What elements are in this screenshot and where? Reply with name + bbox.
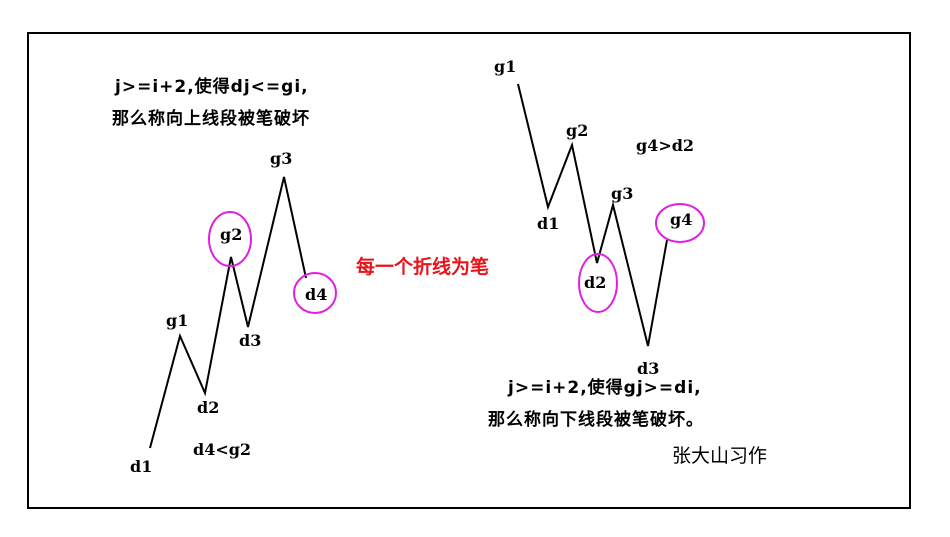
left-label-g3: g3 (270, 149, 292, 168)
left-label-g2: g2 (220, 225, 242, 244)
left-label-d2: d2 (197, 398, 219, 417)
left-label-d4: d4 (305, 285, 327, 304)
right-label-g3: g3 (611, 184, 633, 203)
left-label-d1: d1 (130, 457, 152, 476)
left-condition: d4<g2 (193, 440, 251, 459)
right-label-d3: d3 (637, 359, 659, 378)
right-label-g1: g1 (494, 57, 516, 76)
right-label-d2: d2 (584, 273, 606, 292)
left-label-g1: g1 (166, 311, 188, 330)
left-label-d3: d3 (239, 331, 261, 350)
center-note: 每一个折线为笔 (356, 255, 489, 278)
right-condition: g4>d2 (636, 136, 694, 155)
right-label-g2: g2 (566, 121, 588, 140)
right-label-g4: g4 (670, 210, 692, 229)
left-note-line1: j>=i+2,使得dj<=gi, (114, 76, 309, 97)
diagram-canvas: j>=i+2,使得dj<=gi, 那么称向上线段被笔破坏 d1 g1 d2 g2… (27, 32, 911, 509)
author-signature: 张大山习作 (672, 445, 767, 467)
right-note-line2: 那么称向下线段被笔破坏。 (488, 409, 704, 430)
left-note-line2: 那么称向上线段被笔破坏 (112, 108, 310, 129)
right-note-line1: j>=i+2,使得gj>=di, (507, 377, 702, 398)
right-label-d1: d1 (537, 214, 559, 233)
